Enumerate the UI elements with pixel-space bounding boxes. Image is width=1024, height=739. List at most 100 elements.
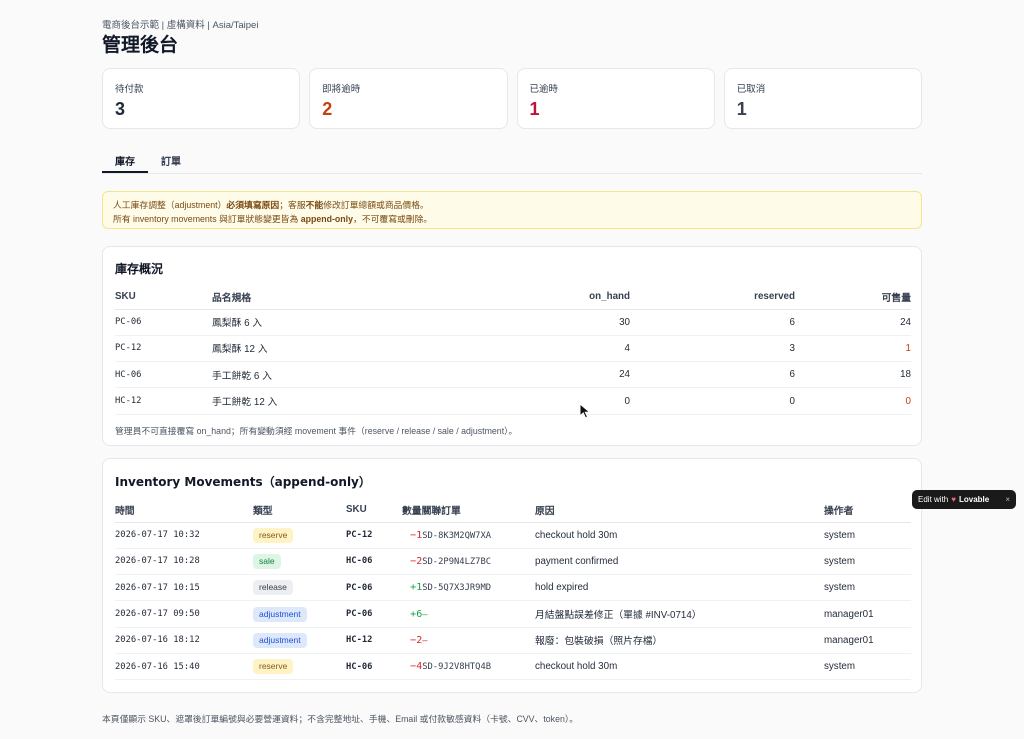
close-icon[interactable]: × <box>1005 495 1010 504</box>
qty-delta: −2 <box>410 634 423 646</box>
cell-sku: PC-06 <box>346 600 402 628</box>
page-meta: 電商後台示範 | 虛構資料 | Asia/Taipei <box>102 20 259 31</box>
card-label: 待付款 <box>115 84 144 95</box>
order-id: SD-8K3M2QW7XA <box>422 530 492 541</box>
type-badge: reserve <box>253 527 294 543</box>
cell-name: 鳳梨酥 12 入 <box>212 335 442 363</box>
cell-qty-order: −4SD-9J2V8HTQ4B <box>402 653 535 681</box>
col-name: 品名規格 <box>212 285 442 310</box>
cell-available: 1 <box>795 335 911 363</box>
table-row: 2026-07-17 10:15 release PC-06 +1SD-5Q7X3J… <box>115 574 911 602</box>
table-row: 2026-07-17 10:32 reserve PC-12 −1SD-8K3M2Q… <box>115 522 911 549</box>
lovable-badge-label: Edit with <box>918 495 949 504</box>
table-row: 2026-07-16 15:40 reserve HC-06 −4SD-9J2V8H… <box>115 653 911 681</box>
card-value: 1 <box>736 99 747 119</box>
col-available: 可售量 <box>795 285 911 310</box>
cell-name: 手工餅乾 6 入 <box>212 361 442 389</box>
card-value: 1 <box>529 99 540 119</box>
cell-reason: 報廢：包裝破損（照片存檔） <box>535 627 824 654</box>
order-id: — <box>422 635 428 646</box>
table-row: PC-12 鳳梨酥 12 入 4 3 1 <box>115 335 911 363</box>
lovable-brand: Lovable <box>958 495 990 504</box>
col-on-hand: on_hand <box>442 285 630 310</box>
order-id: SD-5Q7X3JR9MD <box>422 583 492 594</box>
cell-operator: manager01 <box>824 627 911 654</box>
inventory-panel: 庫存概況 SKU 品名規格 on_hand reserved 可售量 PC-06… <box>102 246 922 446</box>
cell-on-hand: 0 <box>442 387 630 415</box>
card-cancelled: 已取消 1 <box>723 68 922 129</box>
card-label: 已逾時 <box>529 84 559 95</box>
type-badge: sale <box>253 553 281 569</box>
cell-operator: system <box>824 548 911 576</box>
movements-title: Inventory Movements（append-only） <box>115 475 371 489</box>
cell-operator: system <box>824 574 911 602</box>
col-reason: 原因 <box>535 498 824 523</box>
cell-reserved: 3 <box>630 335 795 363</box>
cell-type: sale <box>253 548 346 576</box>
cell-time: 2026-07-16 15:40 <box>115 653 253 681</box>
movements-table: 時間 類型 SKU 數量關聯訂單 原因 操作者 2026-07-17 10:32… <box>115 498 911 681</box>
cell-reason: 月結盤點誤差修正（單據 #INV-0714） <box>535 600 824 628</box>
qty-delta: +1 <box>410 582 423 594</box>
cell-available: 0 <box>795 387 911 415</box>
lovable-badge[interactable]: Edit with ♥ Lovable × <box>912 490 1016 509</box>
cell-sku: HC-06 <box>346 548 402 576</box>
card-label: 即將逾時 <box>322 84 361 95</box>
card-expired: 已逾時 1 <box>516 68 715 129</box>
cell-sku: HC-06 <box>115 361 212 389</box>
qty-delta: −2 <box>410 555 423 567</box>
cell-sku: PC-12 <box>346 522 402 549</box>
cell-type: reserve <box>253 653 346 681</box>
table-header-row: 時間 類型 SKU 數量關聯訂單 原因 操作者 <box>115 498 911 523</box>
cell-reserved: 6 <box>630 361 795 389</box>
cell-time: 2026-07-17 10:28 <box>115 548 253 576</box>
table-row: 2026-07-16 18:12 adjustment HC-12 −2— 報廢：包裝… <box>115 627 911 654</box>
cell-qty-order: −2SD-2P9N4LZ7BC <box>402 548 535 576</box>
tab-bar: 庫存 訂單 <box>102 146 922 174</box>
status-cards: 待付款 3 即將逾時 2 已逾時 1 已取消 1 <box>102 68 922 129</box>
lovable-heart-icon: ♥ <box>951 495 956 504</box>
cell-on-hand: 4 <box>442 335 630 363</box>
inventory-title: 庫存概況 <box>115 262 164 276</box>
cell-qty-order: −2— <box>402 627 535 654</box>
type-badge: adjustment <box>253 606 307 622</box>
card-label: 已取消 <box>736 84 766 95</box>
mouse-cursor-icon <box>579 403 592 419</box>
col-sku: SKU <box>346 498 402 523</box>
table-header-row: SKU 品名規格 on_hand reserved 可售量 <box>115 285 911 310</box>
movements-panel: Inventory Movements（append-only） 時間 類型 S… <box>102 458 922 693</box>
cell-sku: HC-06 <box>346 653 402 681</box>
tab-inventory[interactable]: 庫存 <box>102 146 148 173</box>
cell-time: 2026-07-17 09:50 <box>115 600 253 628</box>
notice-line-2: 所有 inventory movements 與訂單狀態變更皆為 append-… <box>113 214 433 224</box>
cell-operator: system <box>824 653 911 681</box>
cell-sku: HC-12 <box>115 387 212 415</box>
cell-on-hand: 24 <box>442 361 630 389</box>
table-row: 2026-07-17 10:28 sale HC-06 −2SD-2P9N4LZ7B… <box>115 548 911 576</box>
type-badge: reserve <box>253 659 294 675</box>
cell-name: 手工餅乾 12 入 <box>212 387 442 415</box>
card-value: 2 <box>322 99 333 119</box>
qty-delta: −1 <box>410 529 423 541</box>
privacy-footer: 本頁僅顯示 SKU、遮罩後訂單編號與必要營運資料；不含完整地址、手機、Email… <box>102 714 579 724</box>
card-pending-payment: 待付款 3 <box>102 68 301 129</box>
cell-type: release <box>253 574 346 602</box>
order-id: SD-9J2V8HTQ4B <box>422 662 492 673</box>
cell-sku: PC-06 <box>115 309 212 336</box>
cell-qty-order: +6— <box>402 600 535 628</box>
table-row: HC-12 手工餅乾 12 入 0 0 0 <box>115 387 911 415</box>
table-row: HC-06 手工餅乾 6 入 24 6 18 <box>115 361 911 389</box>
cell-reserved: 6 <box>630 309 795 336</box>
cell-time: 2026-07-16 18:12 <box>115 627 253 654</box>
cell-operator: system <box>824 522 911 549</box>
cell-qty-order: +1SD-5Q7X3JR9MD <box>402 574 535 602</box>
cell-reason: checkout hold 30m <box>535 522 824 549</box>
tab-orders[interactable]: 訂單 <box>148 146 194 173</box>
qty-delta: +6 <box>410 608 423 620</box>
cell-available: 24 <box>795 309 911 336</box>
cell-operator: manager01 <box>824 600 911 628</box>
type-badge: adjustment <box>253 632 307 648</box>
cell-type: adjustment <box>253 627 346 654</box>
cell-sku: PC-06 <box>346 574 402 602</box>
cell-time: 2026-07-17 10:32 <box>115 522 253 549</box>
